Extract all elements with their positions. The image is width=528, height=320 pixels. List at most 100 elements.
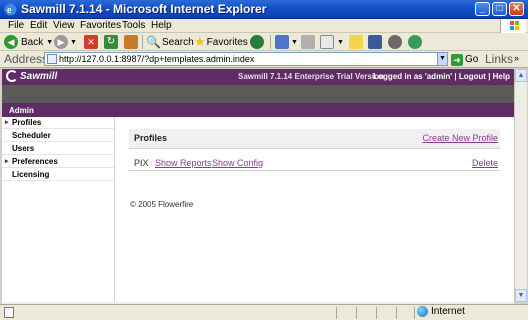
status-divider (376, 307, 377, 319)
profile-name: PIX (134, 158, 149, 168)
status-divider (356, 307, 357, 319)
edit-dropdown-icon[interactable]: ▼ (337, 39, 344, 46)
sidebar-item-scheduler[interactable]: Scheduler (2, 130, 114, 142)
stop-button[interactable]: ✕ (84, 34, 98, 50)
sawmill-logo: Sawmill (6, 70, 57, 82)
expand-arrow-icon: ▸ (5, 119, 9, 126)
stop-icon: ✕ (84, 35, 98, 49)
links-button[interactable]: Links (485, 52, 513, 66)
create-new-profile-link[interactable]: Create New Profile (422, 133, 498, 143)
mail-dropdown-icon[interactable]: ▼ (291, 39, 298, 46)
page-viewport: Sawmill Sawmill 7.1.14 Enterprise Trial … (2, 69, 514, 302)
svg-text:e: e (7, 5, 12, 16)
address-label: Address (4, 52, 49, 66)
home-icon (124, 35, 138, 49)
menu-edit[interactable]: Edit (30, 20, 47, 31)
ie-icon: e (4, 3, 17, 16)
sawmill-logo-icon (6, 70, 18, 82)
security-zone: Internet (417, 306, 465, 317)
window-title: Sawmill 7.1.14 - Microsoft Internet Expl… (21, 2, 267, 16)
menu-file[interactable]: File (8, 20, 24, 31)
favorites-button[interactable]: ★ Favorites (194, 34, 248, 50)
favorites-star-icon: ★ (194, 34, 206, 49)
window-title-bar[interactable]: e Sawmill 7.1.14 - Microsoft Internet Ex… (0, 0, 528, 19)
tab-admin[interactable]: Admin (5, 104, 47, 117)
profile-row: PIX Show Reports Show Config Delete (129, 157, 500, 171)
extra-button[interactable] (408, 34, 422, 50)
browser-toolbar: ◀ Back ▼ ▶ ▼ ✕ ↻ 🔍 Search ★ Favorites ▼ … (0, 33, 528, 51)
go-button[interactable]: ➜ Go (451, 52, 478, 67)
research-icon (368, 35, 382, 49)
scroll-up-icon[interactable]: ▲ (515, 69, 527, 82)
delete-profile-link[interactable]: Delete (472, 158, 498, 168)
edit-button[interactable]: ▼ (320, 34, 344, 50)
minimize-button[interactable]: _ (475, 2, 490, 16)
toolbar-separator (142, 35, 143, 49)
refresh-button[interactable]: ↻ (104, 34, 118, 50)
tab-band (2, 103, 514, 117)
tab-row: Admin (2, 85, 514, 117)
status-divider (396, 307, 397, 319)
sidebar-item-profiles[interactable]: ▸ Profiles (2, 117, 114, 129)
sidebar-item-licensing[interactable]: Licensing (2, 169, 114, 181)
version-text: Sawmill 7.1.14 Enterprise Trial Version (238, 72, 384, 81)
back-dropdown-icon[interactable]: ▼ (46, 39, 53, 46)
show-config-link[interactable]: Show Config (212, 158, 263, 168)
menu-help[interactable]: Help (151, 20, 172, 31)
menu-tools[interactable]: Tools (122, 20, 145, 31)
address-bar: Address http://127.0.0.1:8987/?dp+templa… (0, 51, 528, 68)
address-dropdown-icon[interactable]: ▼ (437, 53, 447, 65)
print-button[interactable] (301, 34, 315, 50)
search-icon: 🔍 (146, 35, 161, 49)
links-chevron-icon[interactable]: » (514, 53, 519, 63)
sidebar-item-users[interactable]: Users (2, 143, 114, 155)
close-button[interactable]: ✕ (509, 2, 524, 16)
menu-view[interactable]: View (53, 20, 75, 31)
maximize-button[interactable]: □ (492, 2, 507, 16)
address-input[interactable]: http://127.0.0.1:8987/?dp+templates.admi… (44, 52, 448, 66)
menu-favorites[interactable]: Favorites (80, 20, 121, 31)
status-bar: Internet (0, 304, 528, 320)
app-header: Sawmill Sawmill 7.1.14 Enterprise Trial … (2, 69, 514, 85)
vertical-scrollbar[interactable]: ▲ ▼ (514, 69, 527, 302)
mail-button[interactable]: ▼ (275, 34, 298, 50)
research-button[interactable] (368, 34, 382, 50)
toolbar-separator (270, 35, 271, 49)
media-icon (250, 35, 264, 49)
admin-sidebar: ▸ Profiles Scheduler Users ▸ Preferences… (2, 117, 115, 302)
page-title: Profiles (134, 133, 168, 143)
menu-bar: File Edit View Favorites Tools Help (0, 19, 528, 33)
edit-icon (320, 35, 334, 49)
forward-button[interactable]: ▶ ▼ (54, 34, 77, 50)
show-reports-link[interactable]: Show Reports (155, 158, 212, 168)
windows-logo-icon (500, 19, 526, 33)
login-status[interactable]: Logged in as 'admin' | Logout | Help (373, 72, 510, 81)
refresh-icon: ↻ (104, 35, 118, 49)
sidebar-item-preferences[interactable]: ▸ Preferences (2, 156, 114, 168)
address-url: http://127.0.0.1:8987/?dp+templates.admi… (59, 54, 255, 64)
profiles-header: Profiles Create New Profile (129, 129, 500, 149)
copyright-text: © 2005 Flowerfire (130, 200, 194, 209)
forward-arrow-icon: ▶ (54, 35, 68, 49)
status-divider (414, 307, 415, 319)
internet-globe-icon (417, 306, 428, 317)
page-status-icon (4, 307, 14, 318)
forward-dropdown-icon[interactable]: ▼ (70, 39, 77, 46)
page-icon (47, 54, 57, 64)
expand-arrow-icon: ▸ (5, 158, 9, 165)
people-icon (408, 35, 422, 49)
print-icon (301, 35, 315, 49)
search-button[interactable]: 🔍 Search (146, 34, 194, 50)
messenger-button[interactable] (388, 34, 402, 50)
messenger-icon (388, 35, 402, 49)
media-button[interactable] (250, 34, 264, 50)
back-arrow-icon: ◀ (4, 35, 18, 49)
status-divider (336, 307, 337, 319)
mail-icon (275, 35, 289, 49)
main-content: Profiles Create New Profile PIX Show Rep… (115, 117, 514, 302)
home-button[interactable] (124, 34, 138, 50)
folder-icon (349, 35, 363, 49)
back-button[interactable]: ◀ Back ▼ (4, 34, 53, 50)
discuss-button[interactable] (349, 34, 363, 50)
scroll-down-icon[interactable]: ▼ (515, 289, 527, 302)
